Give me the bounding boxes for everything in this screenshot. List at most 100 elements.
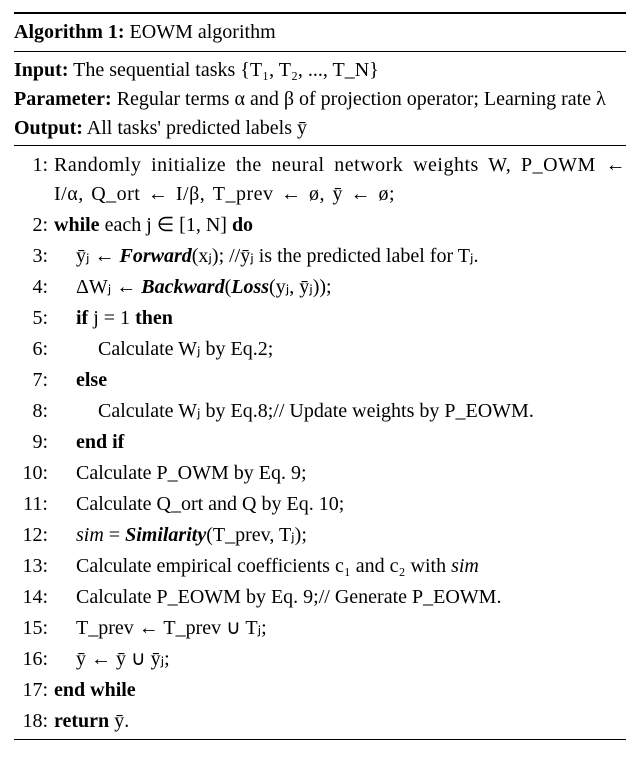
keyword: then <box>135 307 173 329</box>
line-body: sim = Similarity(T_prev, Tⱼ); <box>54 521 626 550</box>
line-number: 17: <box>14 676 54 705</box>
algo-line: 7: else <box>14 365 626 396</box>
algo-line: 17:end while <box>14 675 626 706</box>
line-post: (yⱼ, ȳⱼ)); <box>269 276 332 298</box>
line-text: = <box>104 524 125 546</box>
rule-after-title <box>14 51 626 52</box>
line-number: 18: <box>14 707 54 736</box>
line-body: if j = 1 then <box>54 304 626 333</box>
keyword: end if <box>76 431 124 453</box>
line-body: end while <box>54 676 626 705</box>
keyword: while <box>54 214 105 236</box>
line-body: end if <box>54 428 626 457</box>
italic-var: sim <box>76 524 104 546</box>
line-text: ȳ. <box>114 710 129 732</box>
italic-var: sim <box>451 555 479 577</box>
line-post: (xⱼ); //ȳⱼ is the predicted label for Tⱼ… <box>192 245 479 267</box>
line-number: 9: <box>14 428 54 457</box>
keyword: if <box>76 307 93 329</box>
line-body: ȳ ← ȳ ∪ ȳⱼ; <box>54 645 626 674</box>
line-body: Randomly initialize the neural network w… <box>54 151 626 209</box>
line-body: Calculate Q_ort and Q by Eq. 10; <box>54 490 626 519</box>
line-number: 14: <box>14 583 54 612</box>
keyword: end while <box>54 679 136 701</box>
line-text: ȳ ← ȳ ∪ ȳⱼ; <box>76 648 170 670</box>
line-body: ȳⱼ ← Forward(xⱼ); //ȳⱼ is the predicted … <box>54 242 626 271</box>
line-text: each j ∈ [1, N] <box>105 214 232 236</box>
line-number: 13: <box>14 552 54 581</box>
line-number: 3: <box>14 242 54 271</box>
input-line: Input: The sequential tasks {T₁, T₂, ...… <box>14 56 626 85</box>
line-number: 1: <box>14 151 54 180</box>
line-number: 2: <box>14 211 54 240</box>
line-text: Calculate P_OWM by Eq. 9; <box>76 462 307 484</box>
algo-line: 13: Calculate empirical coefficients c₁ a… <box>14 551 626 582</box>
line-text: Calculate Q_ort and Q by Eq. 10; <box>76 493 344 515</box>
algorithm-block: Algorithm 1: EOWM algorithm Input: The s… <box>0 0 640 758</box>
output-label: Output: <box>14 117 83 139</box>
func-name: Forward <box>120 245 192 267</box>
input-label: Input: <box>14 59 68 81</box>
line-body: Calculate P_OWM by Eq. 9; <box>54 459 626 488</box>
algo-line: 15: T_prev ← T_prev ∪ Tⱼ; <box>14 613 626 644</box>
func-name: Backward <box>141 276 224 298</box>
line-text: T_prev ← T_prev ∪ Tⱼ; <box>76 617 267 639</box>
algo-line: 2:while each j ∈ [1, N] do <box>14 210 626 241</box>
output-line: Output: All tasks' predicted labels ȳ <box>14 114 626 143</box>
line-body: return ȳ. <box>54 707 626 736</box>
algorithm-title-text: EOWM algorithm <box>125 21 276 43</box>
line-number: 10: <box>14 459 54 488</box>
algo-line: 16: ȳ ← ȳ ∪ ȳⱼ; <box>14 644 626 675</box>
output-text: All tasks' predicted labels ȳ <box>83 117 307 139</box>
algo-line: 1:Randomly initialize the neural network… <box>14 150 626 210</box>
line-body: ΔWⱼ ← Backward(Loss(yⱼ, ȳⱼ)); <box>54 273 626 302</box>
algo-line: 8: Calculate Wⱼ by Eq.8;// Update weights… <box>14 396 626 427</box>
line-text: Randomly initialize the neural network w… <box>54 154 626 205</box>
line-text: ΔWⱼ ← <box>76 276 141 298</box>
line-text: ȳⱼ ← <box>76 245 120 267</box>
line-post: (T_prev, Tⱼ); <box>206 524 307 546</box>
line-body: Calculate empirical coefficients c₁ and … <box>54 552 626 581</box>
algo-line: 9: end if <box>14 427 626 458</box>
line-number: 11: <box>14 490 54 519</box>
parameter-line: Parameter: Regular terms α and β of proj… <box>14 85 626 114</box>
algorithm-title-line: Algorithm 1: EOWM algorithm <box>14 16 626 49</box>
keyword: else <box>76 369 107 391</box>
line-number: 4: <box>14 273 54 302</box>
line-number: 15: <box>14 614 54 643</box>
line-body: while each j ∈ [1, N] do <box>54 211 626 240</box>
algo-line: 4:ΔWⱼ ← Backward(Loss(yⱼ, ȳⱼ)); <box>14 272 626 303</box>
parameter-text: Regular terms α and β of projection oper… <box>112 88 606 110</box>
rule-top <box>14 12 626 14</box>
line-number: 6: <box>14 335 54 364</box>
func-name: Similarity <box>125 524 206 546</box>
line-body: T_prev ← T_prev ∪ Tⱼ; <box>54 614 626 643</box>
line-number: 5: <box>14 304 54 333</box>
algo-line: 18:return ȳ. <box>14 706 626 737</box>
rule-bottom <box>14 739 626 740</box>
algorithm-body: 1:Randomly initialize the neural network… <box>14 150 626 737</box>
input-text: The sequential tasks {T₁, T₂, ..., T_N} <box>68 59 378 81</box>
algo-line: 5:if j = 1 then <box>14 303 626 334</box>
algo-line: 10: Calculate P_OWM by Eq. 9; <box>14 458 626 489</box>
func-name: Loss <box>231 276 269 298</box>
algo-line: 6:Calculate Wⱼ by Eq.2; <box>14 334 626 365</box>
line-text: Calculate Wⱼ by Eq.8;// Update weights b… <box>98 400 534 422</box>
line-number: 7: <box>14 366 54 395</box>
keyword: return <box>54 710 114 732</box>
line-text: Calculate P_EOWM by Eq. 9;// Generate P_… <box>76 586 501 608</box>
algorithm-title-label: Algorithm 1: <box>14 21 125 43</box>
algo-line: 14: Calculate P_EOWM by Eq. 9;// Generate… <box>14 582 626 613</box>
algo-line: 12:sim = Similarity(T_prev, Tⱼ); <box>14 520 626 551</box>
line-body: Calculate Wⱼ by Eq.2; <box>54 335 626 364</box>
line-body: Calculate P_EOWM by Eq. 9;// Generate P_… <box>54 583 626 612</box>
keyword: do <box>232 214 253 236</box>
line-text: Calculate empirical coefficients c₁ and … <box>76 555 451 577</box>
line-text: j = 1 <box>93 307 135 329</box>
line-body: Calculate Wⱼ by Eq.8;// Update weights b… <box>54 397 626 426</box>
line-body: else <box>54 366 626 395</box>
line-number: 8: <box>14 397 54 426</box>
algo-line: 3:ȳⱼ ← Forward(xⱼ); //ȳⱼ is the predicte… <box>14 241 626 272</box>
line-number: 12: <box>14 521 54 550</box>
line-number: 16: <box>14 645 54 674</box>
